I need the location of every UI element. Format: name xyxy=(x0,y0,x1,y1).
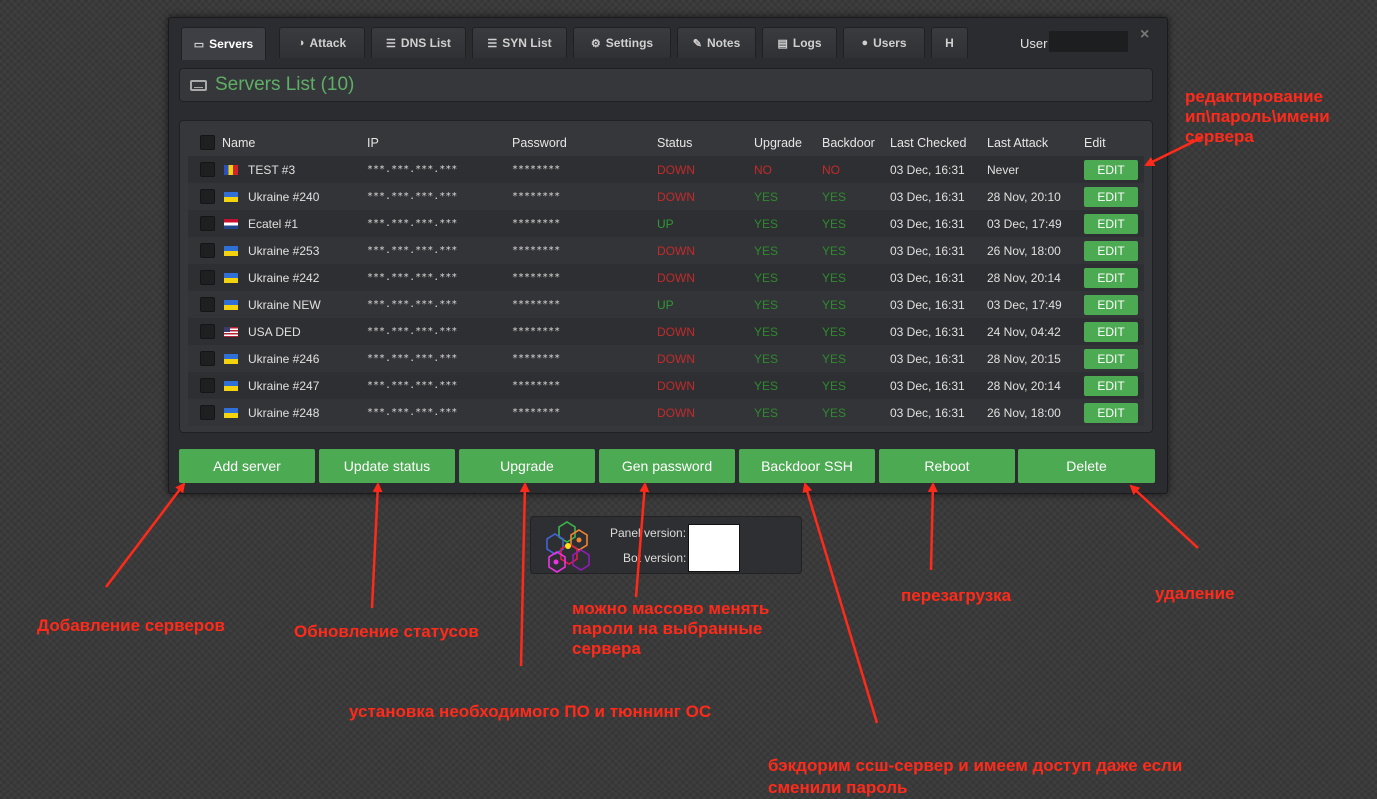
arrow-update xyxy=(370,482,383,609)
arrow-backdoor xyxy=(802,482,879,724)
annotation-arrows xyxy=(105,135,1204,724)
arrow-edit xyxy=(1144,135,1204,167)
arrow-delete xyxy=(1129,484,1199,549)
arrow-genpass xyxy=(634,482,650,598)
arrow-add xyxy=(105,482,186,588)
arrow-upgrade xyxy=(519,482,530,667)
arrow-reboot xyxy=(927,482,938,571)
